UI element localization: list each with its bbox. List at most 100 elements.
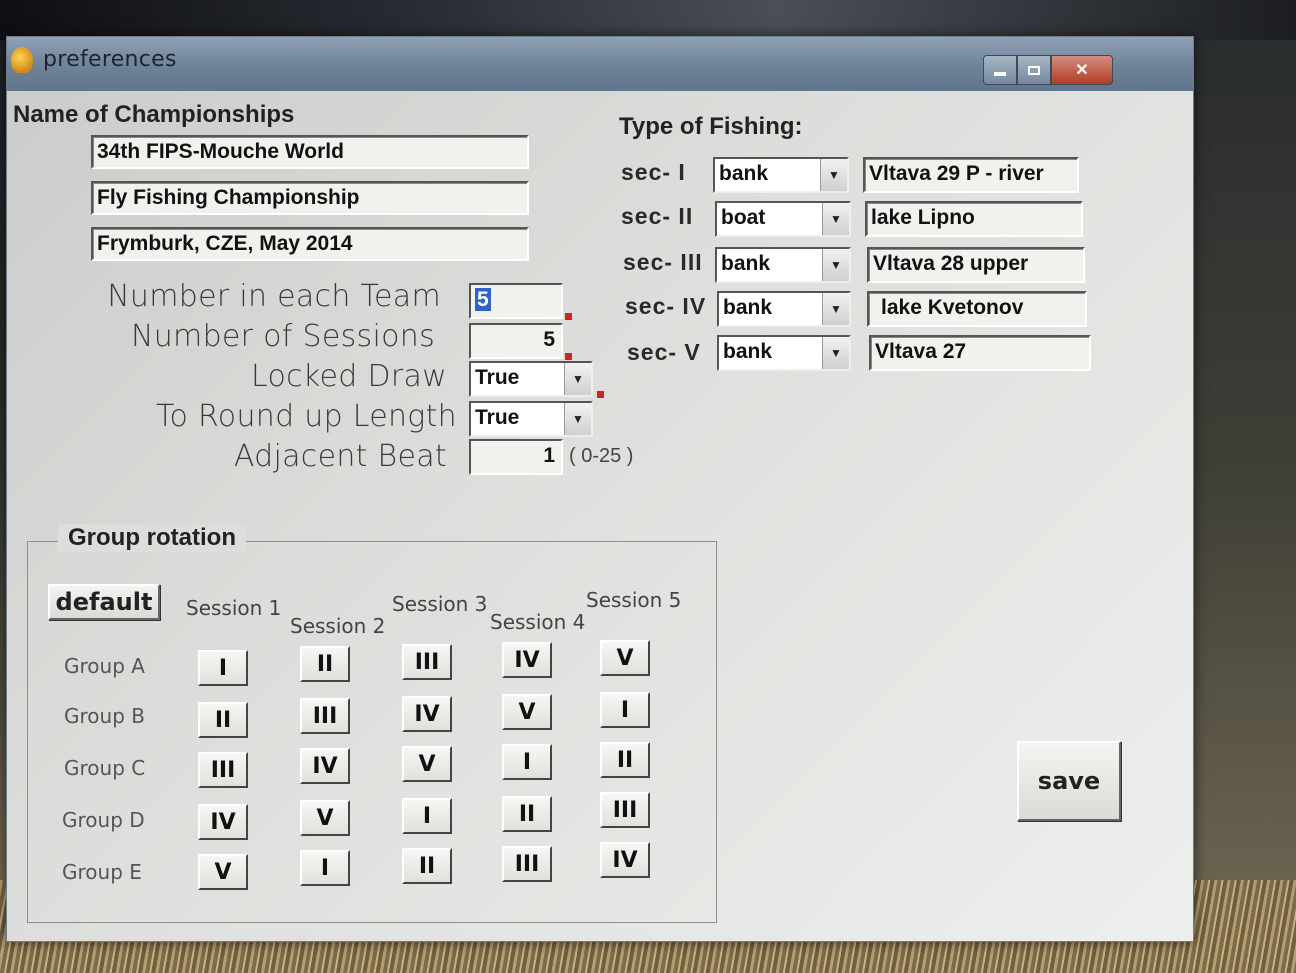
marker-icon xyxy=(565,353,572,360)
session-1-header: Session 1 xyxy=(186,596,282,620)
rotation-cell-a4[interactable]: IV xyxy=(502,642,552,678)
rotation-cell-d5[interactable]: III xyxy=(600,792,650,828)
sector-2-type-select[interactable]: boat ▼ xyxy=(715,201,851,237)
session-2-header: Session 2 xyxy=(290,614,386,638)
round-up-value: True xyxy=(475,406,520,429)
save-button[interactable]: save xyxy=(1017,741,1121,821)
client-area: Name of Championships 34th FIPS-Mouche W… xyxy=(7,93,1193,941)
rotation-cell-b5[interactable]: I xyxy=(600,692,650,728)
rotation-cell-d1[interactable]: IV xyxy=(198,804,248,840)
rotation-cell-e2[interactable]: I xyxy=(300,850,350,886)
close-button[interactable]: ✕ xyxy=(1051,55,1113,85)
group-a-label: Group A xyxy=(64,654,145,678)
team-size-field[interactable]: 5 xyxy=(469,283,563,319)
sector-5-type-value: bank xyxy=(723,340,773,363)
desktop-background-right xyxy=(1190,40,1296,900)
round-up-label: To Round up Length xyxy=(155,399,457,434)
chevron-down-icon[interactable]: ▼ xyxy=(822,293,849,325)
desktop-background-top xyxy=(0,0,1296,40)
rotation-cell-e5[interactable]: IV xyxy=(600,842,650,878)
group-b-label: Group B xyxy=(64,704,145,728)
sector-3-type-value: bank xyxy=(721,252,771,275)
rotation-cell-a2[interactable]: II xyxy=(300,646,350,682)
session-5-header: Session 5 xyxy=(586,588,682,612)
sector-4-type-select[interactable]: bank ▼ xyxy=(717,291,851,327)
chevron-down-icon[interactable]: ▼ xyxy=(822,203,849,235)
sector-4-venue-field[interactable]: lake Kvetonov xyxy=(867,291,1087,327)
rotation-cell-d3[interactable]: I xyxy=(402,798,452,834)
rotation-cell-c2[interactable]: IV xyxy=(300,748,350,784)
sector-1-venue-field[interactable]: Vltava 29 P - river xyxy=(863,157,1079,193)
adjacent-beat-field[interactable]: 1 xyxy=(469,439,563,475)
sector-1-type-value: bank xyxy=(719,162,769,185)
rotation-cell-b2[interactable]: III xyxy=(300,698,350,734)
championship-name-line1[interactable]: 34th FIPS-Mouche World xyxy=(91,135,529,169)
session-4-header: Session 4 xyxy=(490,610,586,634)
rotation-cell-b1[interactable]: II xyxy=(198,702,248,738)
rotation-cell-b4[interactable]: V xyxy=(502,694,552,730)
sector-2-label: sec- II xyxy=(621,203,694,229)
maximize-icon xyxy=(1028,65,1040,75)
championship-name-line2[interactable]: Fly Fishing Championship xyxy=(91,181,529,215)
round-up-select[interactable]: True ▼ xyxy=(469,401,593,437)
sector-2-type-value: boat xyxy=(721,206,766,229)
championship-name-line3[interactable]: Frymburk, CZE, May 2014 xyxy=(91,227,529,261)
locked-draw-select[interactable]: True ▼ xyxy=(469,361,593,397)
sector-3-label: sec- III xyxy=(623,249,703,275)
caption-buttons: ✕ xyxy=(983,55,1113,85)
app-icon xyxy=(11,47,33,73)
sector-1-label: sec- I xyxy=(621,159,686,185)
default-button[interactable]: default xyxy=(48,584,160,620)
sector-2-venue-field[interactable]: lake Lipno xyxy=(865,201,1083,237)
rotation-cell-d4[interactable]: II xyxy=(502,796,552,832)
rotation-cell-c1[interactable]: III xyxy=(198,752,248,788)
preferences-window: preferences ✕ Name of Championships 34th… xyxy=(6,36,1194,942)
rotation-cell-e3[interactable]: II xyxy=(402,848,452,884)
rotation-cell-c3[interactable]: V xyxy=(402,746,452,782)
group-c-label: Group C xyxy=(64,756,146,780)
rotation-cell-a1[interactable]: I xyxy=(198,650,248,686)
chevron-down-icon[interactable]: ▼ xyxy=(822,249,849,281)
locked-draw-label: Locked Draw xyxy=(250,359,447,394)
close-icon: ✕ xyxy=(1075,62,1089,79)
rotation-cell-b3[interactable]: IV xyxy=(402,696,452,732)
sessions-field[interactable]: 5 xyxy=(469,323,563,359)
rotation-cell-c4[interactable]: I xyxy=(502,744,552,780)
championship-heading: Name of Championships xyxy=(13,101,295,128)
rotation-cell-e1[interactable]: V xyxy=(198,854,248,890)
team-size-label: Number in each Team xyxy=(107,279,441,314)
fishing-type-heading: Type of Fishing: xyxy=(619,113,803,140)
adjacent-beat-range: ( 0-25 ) xyxy=(569,445,634,467)
session-3-header: Session 3 xyxy=(392,592,488,616)
sector-3-venue-field[interactable]: Vltava 28 upper xyxy=(867,247,1085,283)
minimize-icon xyxy=(994,72,1006,76)
group-d-label: Group D xyxy=(62,808,145,832)
chevron-down-icon[interactable]: ▼ xyxy=(564,363,591,395)
team-size-value: 5 xyxy=(475,288,491,311)
chevron-down-icon[interactable]: ▼ xyxy=(564,403,591,435)
sector-4-label: sec- IV xyxy=(625,293,707,319)
rotation-cell-c5[interactable]: II xyxy=(600,742,650,778)
rotation-cell-a3[interactable]: III xyxy=(402,644,452,680)
title-bar[interactable]: preferences ✕ xyxy=(7,37,1193,91)
chevron-down-icon[interactable]: ▼ xyxy=(822,337,849,369)
locked-draw-value: True xyxy=(475,366,520,389)
sector-5-venue-field[interactable]: Vltava 27 xyxy=(869,335,1091,371)
minimize-button[interactable] xyxy=(983,55,1017,85)
rotation-cell-d2[interactable]: V xyxy=(300,800,350,836)
sector-4-type-value: bank xyxy=(723,296,773,319)
rotation-cell-e4[interactable]: III xyxy=(502,846,552,882)
window-title: preferences xyxy=(43,47,177,72)
maximize-button[interactable] xyxy=(1017,55,1051,85)
chevron-down-icon[interactable]: ▼ xyxy=(820,159,847,191)
group-e-label: Group E xyxy=(62,860,142,884)
group-rotation-title: Group rotation xyxy=(58,524,246,552)
sector-5-type-select[interactable]: bank ▼ xyxy=(717,335,851,371)
adjacent-beat-label: Adjacent Beat xyxy=(233,439,447,474)
group-rotation-box: Group rotation default Session 1 Session… xyxy=(27,524,717,923)
marker-icon xyxy=(597,391,604,398)
marker-icon xyxy=(565,313,572,320)
sector-3-type-select[interactable]: bank ▼ xyxy=(715,247,851,283)
sector-1-type-select[interactable]: bank ▼ xyxy=(713,157,849,193)
rotation-cell-a5[interactable]: V xyxy=(600,640,650,676)
